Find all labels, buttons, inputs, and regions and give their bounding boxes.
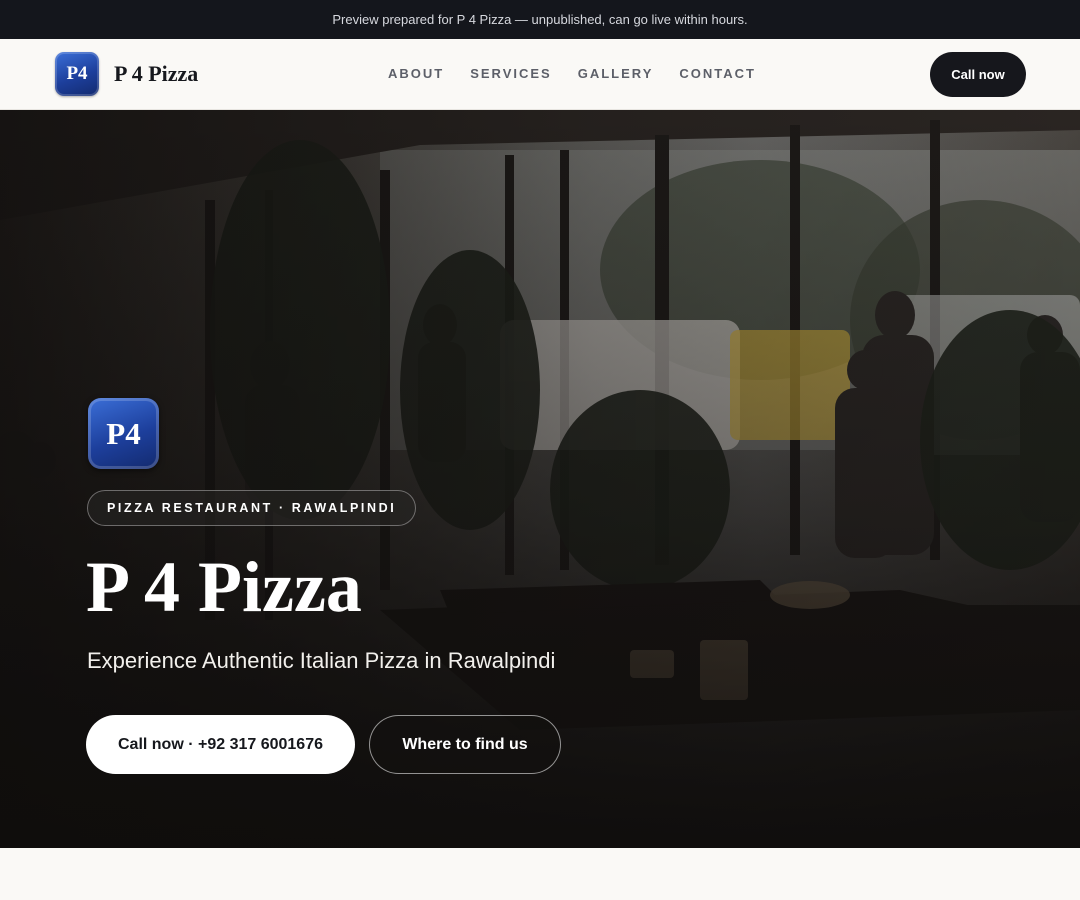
- preview-banner: Preview prepared for P 4 Pizza — unpubli…: [0, 0, 1080, 39]
- nav-item-services[interactable]: SERVICES: [470, 66, 552, 81]
- nav-item-gallery[interactable]: GALLERY: [578, 66, 654, 81]
- hero-section: P4 PIZZA RESTAURANT · RAWALPINDI P 4 Piz…: [0, 110, 1080, 848]
- hero-logo: P4: [88, 398, 159, 469]
- brand-logo: P4: [55, 52, 99, 96]
- call-phone-button[interactable]: Call now · +92 317 6001676: [86, 715, 355, 774]
- call-now-button[interactable]: Call now: [930, 52, 1026, 97]
- find-us-button[interactable]: Where to find us: [369, 715, 561, 774]
- preview-banner-text: Preview prepared for P 4 Pizza — unpubli…: [332, 12, 748, 27]
- top-navigation: P4 P 4 Pizza ABOUT SERVICES GALLERY CONT…: [0, 39, 1080, 110]
- hero-title: P 4 Pizza: [86, 547, 362, 627]
- brand-name: P 4 Pizza: [114, 61, 199, 86]
- main-menu: ABOUT SERVICES GALLERY CONTACT: [388, 66, 756, 81]
- nav-item-contact[interactable]: CONTACT: [679, 66, 756, 81]
- next-section: [0, 848, 1080, 900]
- hero-subtitle: Experience Authentic Italian Pizza in Ra…: [87, 648, 556, 673]
- category-badge: PIZZA RESTAURANT · RAWALPINDI: [87, 490, 417, 526]
- nav-item-about[interactable]: ABOUT: [388, 66, 444, 81]
- brand-link[interactable]: P4 P 4 Pizza: [55, 52, 198, 96]
